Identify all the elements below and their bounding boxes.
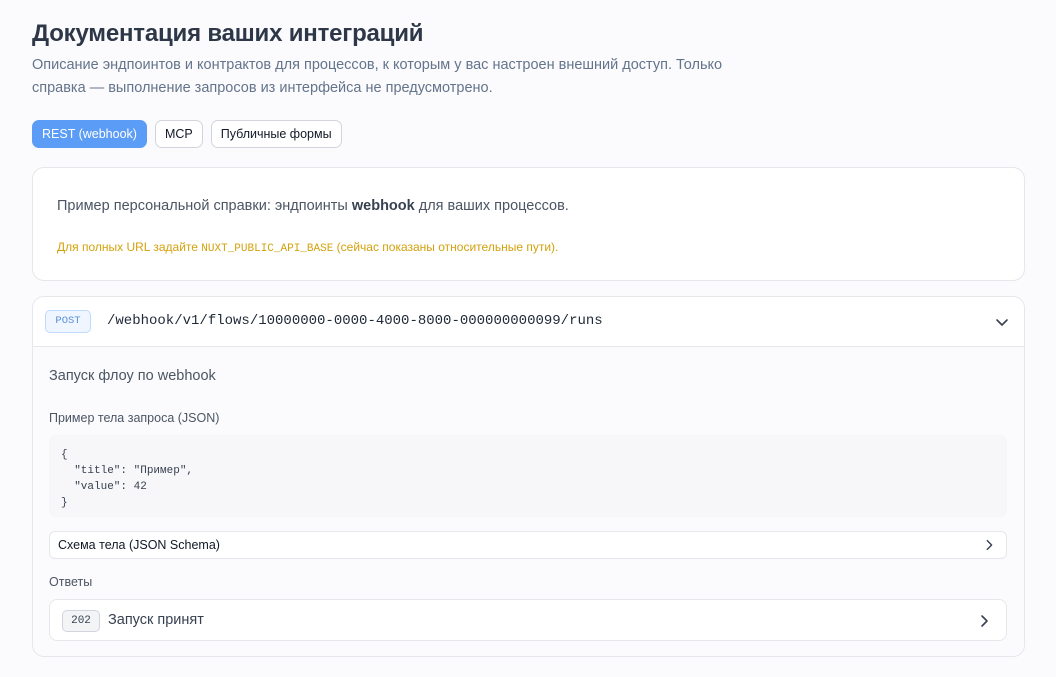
responses-label: Ответы xyxy=(49,575,93,589)
status-code-badge: 202 xyxy=(62,610,100,632)
endpoint-path: /webhook/v1/flows/10000000-0000-4000-800… xyxy=(107,313,603,329)
note-text-end: (сейчас показаны относительные пути). xyxy=(333,240,559,254)
endpoint-card: POST /webhook/v1/flows/10000000-0000-400… xyxy=(32,296,1025,657)
endpoint-header[interactable]: POST /webhook/v1/flows/10000000-0000-400… xyxy=(33,297,1024,347)
info-text-start: Пример персональной справки: эндпоинты xyxy=(57,198,352,214)
endpoint-details: Запуск флоу по webhook Пример тела запро… xyxy=(33,347,1024,656)
endpoint-summary: Запуск флоу по webhook xyxy=(49,368,216,384)
info-text: Пример персональной справки: эндпоинты w… xyxy=(57,198,569,214)
http-method-badge: POST xyxy=(45,310,91,333)
schema-toggle[interactable]: Схема тела (JSON Schema) xyxy=(49,531,1007,559)
info-text-end: для ваших процессов. xyxy=(414,198,569,214)
chevron-right-icon xyxy=(986,539,993,551)
info-warning-note: Для полных URL задайте NUXT_PUBLIC_API_B… xyxy=(57,240,558,255)
doc-tabs: REST (webhook) MCP Публичные формы xyxy=(32,120,342,148)
note-text-start: Для полных URL задайте xyxy=(57,240,202,254)
page-subtitle: Описание эндпоинтов и контрактов для про… xyxy=(32,57,723,96)
request-example-code: { "title": "Пример", "value": 42 } xyxy=(49,435,1007,517)
page-title: Документация ваших интеграций xyxy=(32,20,424,47)
schema-toggle-label: Схема тела (JSON Schema) xyxy=(58,538,220,552)
tab-mcp[interactable]: MCP xyxy=(154,120,203,148)
info-card: Пример персональной справки: эндпоинты w… xyxy=(32,167,1025,281)
info-text-bold: webhook xyxy=(351,198,415,214)
tab-public-forms[interactable]: Публичные формы xyxy=(210,120,342,148)
tab-rest-webhook[interactable]: REST (webhook) xyxy=(32,120,147,148)
request-example-label: Пример тела запроса (JSON) xyxy=(49,411,220,425)
response-row[interactable]: 202 Запуск принят xyxy=(49,599,1007,641)
chevron-down-icon[interactable] xyxy=(994,314,1010,330)
chevron-right-icon xyxy=(981,615,988,627)
response-description: Запуск принят xyxy=(108,612,204,628)
env-var-code: NUXT_PUBLIC_API_BASE xyxy=(201,243,334,255)
